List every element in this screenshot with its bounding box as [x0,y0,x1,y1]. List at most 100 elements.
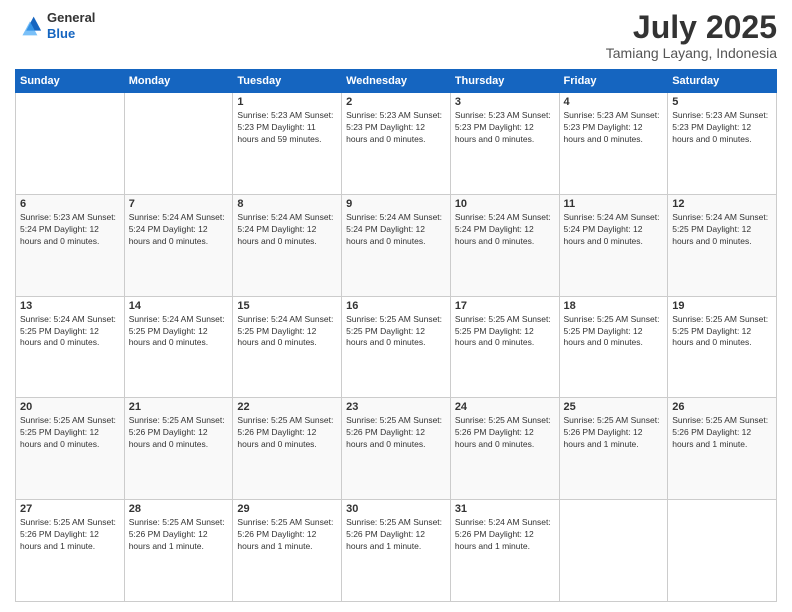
day-info: Sunrise: 5:25 AM Sunset: 5:26 PM Dayligh… [346,415,446,451]
day-info: Sunrise: 5:25 AM Sunset: 5:26 PM Dayligh… [346,517,446,553]
calendar-cell [124,93,233,195]
calendar-header-row: SundayMondayTuesdayWednesdayThursdayFrid… [16,70,777,93]
calendar-week-row: 20 Sunrise: 5:25 AM Sunset: 5:25 PM Dayli… [16,398,777,500]
calendar-cell: 24 Sunrise: 5:25 AM Sunset: 5:26 PM Dayli… [450,398,559,500]
day-number: 6 [20,198,120,210]
weekday-header-sunday: Sunday [16,70,125,93]
weekday-header-friday: Friday [559,70,668,93]
calendar-cell: 13 Sunrise: 5:24 AM Sunset: 5:25 PM Dayli… [16,296,125,398]
day-number: 17 [455,300,555,312]
calendar-cell: 15 Sunrise: 5:24 AM Sunset: 5:25 PM Dayli… [233,296,342,398]
day-number: 23 [346,401,446,413]
day-number: 10 [455,198,555,210]
day-info: Sunrise: 5:23 AM Sunset: 5:23 PM Dayligh… [564,110,664,146]
day-info: Sunrise: 5:25 AM Sunset: 5:26 PM Dayligh… [237,517,337,553]
day-number: 7 [129,198,229,210]
day-number: 13 [20,300,120,312]
day-number: 16 [346,300,446,312]
calendar-cell: 30 Sunrise: 5:25 AM Sunset: 5:26 PM Dayli… [342,500,451,602]
calendar-week-row: 27Sunrise: 5:25 AM Sunset: 5:26 PM Dayli… [16,500,777,602]
day-number: 19 [672,300,772,312]
calendar-cell: 21 Sunrise: 5:25 AM Sunset: 5:26 PM Dayli… [124,398,233,500]
day-info: Sunrise: 5:24 AM Sunset: 5:25 PM Dayligh… [237,314,337,350]
day-info: Sunrise: 5:25 AM Sunset: 5:26 PM Dayligh… [237,415,337,451]
calendar-cell: 23 Sunrise: 5:25 AM Sunset: 5:26 PM Dayli… [342,398,451,500]
day-info: Sunrise: 5:24 AM Sunset: 5:25 PM Dayligh… [20,314,120,350]
calendar-week-row: 1Sunrise: 5:23 AM Sunset: 5:23 PM Daylig… [16,93,777,195]
calendar-cell: 6Sunrise: 5:23 AM Sunset: 5:24 PM Daylig… [16,194,125,296]
calendar-cell: 20 Sunrise: 5:25 AM Sunset: 5:25 PM Dayli… [16,398,125,500]
logo: General Blue [15,10,95,41]
day-number: 20 [20,401,120,413]
weekday-header-tuesday: Tuesday [233,70,342,93]
day-number: 4 [564,96,664,108]
calendar-cell: 7Sunrise: 5:24 AM Sunset: 5:24 PM Daylig… [124,194,233,296]
day-info: Sunrise: 5:25 AM Sunset: 5:25 PM Dayligh… [672,314,772,350]
day-number: 8 [237,198,337,210]
day-info: Sunrise: 5:24 AM Sunset: 5:25 PM Dayligh… [129,314,229,350]
calendar-cell: 12 Sunrise: 5:24 AM Sunset: 5:25 PM Dayli… [668,194,777,296]
weekday-header-saturday: Saturday [668,70,777,93]
calendar-cell: 16Sunrise: 5:25 AM Sunset: 5:25 PM Dayli… [342,296,451,398]
logo-line1: General [47,10,95,26]
calendar-cell [559,500,668,602]
day-number: 12 [672,198,772,210]
calendar-cell: 11Sunrise: 5:24 AM Sunset: 5:24 PM Dayli… [559,194,668,296]
calendar-cell: 19 Sunrise: 5:25 AM Sunset: 5:25 PM Dayli… [668,296,777,398]
day-info: Sunrise: 5:25 AM Sunset: 5:26 PM Dayligh… [564,415,664,451]
day-number: 21 [129,401,229,413]
day-info: Sunrise: 5:25 AM Sunset: 5:26 PM Dayligh… [129,415,229,451]
day-info: Sunrise: 5:25 AM Sunset: 5:26 PM Dayligh… [455,415,555,451]
day-number: 24 [455,401,555,413]
weekday-header-monday: Monday [124,70,233,93]
calendar-cell: 2 Sunrise: 5:23 AM Sunset: 5:23 PM Daylig… [342,93,451,195]
calendar-cell: 1Sunrise: 5:23 AM Sunset: 5:23 PM Daylig… [233,93,342,195]
day-info: Sunrise: 5:24 AM Sunset: 5:24 PM Dayligh… [237,212,337,248]
title-block: July 2025 Tamiang Layang, Indonesia [606,10,777,61]
day-number: 3 [455,96,555,108]
day-info: Sunrise: 5:23 AM Sunset: 5:23 PM Dayligh… [346,110,446,146]
day-number: 9 [346,198,446,210]
calendar-cell [16,93,125,195]
day-number: 22 [237,401,337,413]
calendar-cell: 18 Sunrise: 5:25 AM Sunset: 5:25 PM Dayli… [559,296,668,398]
calendar-cell: 25 Sunrise: 5:25 AM Sunset: 5:26 PM Dayli… [559,398,668,500]
calendar-cell: 28Sunrise: 5:25 AM Sunset: 5:26 PM Dayli… [124,500,233,602]
day-info: Sunrise: 5:24 AM Sunset: 5:24 PM Dayligh… [455,212,555,248]
calendar-cell: 27Sunrise: 5:25 AM Sunset: 5:26 PM Dayli… [16,500,125,602]
day-info: Sunrise: 5:24 AM Sunset: 5:24 PM Dayligh… [346,212,446,248]
day-number: 25 [564,401,664,413]
day-number: 30 [346,503,446,515]
day-info: Sunrise: 5:25 AM Sunset: 5:26 PM Dayligh… [129,517,229,553]
header: General Blue July 2025 Tamiang Layang, I… [15,10,777,61]
day-info: Sunrise: 5:25 AM Sunset: 5:25 PM Dayligh… [20,415,120,451]
logo-text: General Blue [47,10,95,41]
calendar-cell: 14 Sunrise: 5:24 AM Sunset: 5:25 PM Dayli… [124,296,233,398]
calendar-week-row: 6Sunrise: 5:23 AM Sunset: 5:24 PM Daylig… [16,194,777,296]
day-info: Sunrise: 5:23 AM Sunset: 5:23 PM Dayligh… [455,110,555,146]
day-info: Sunrise: 5:25 AM Sunset: 5:26 PM Dayligh… [672,415,772,451]
day-number: 31 [455,503,555,515]
day-info: Sunrise: 5:25 AM Sunset: 5:26 PM Dayligh… [20,517,120,553]
logo-line2: Blue [47,26,95,42]
day-info: Sunrise: 5:25 AM Sunset: 5:25 PM Dayligh… [564,314,664,350]
weekday-header-wednesday: Wednesday [342,70,451,93]
day-info: Sunrise: 5:24 AM Sunset: 5:25 PM Dayligh… [672,212,772,248]
day-number: 26 [672,401,772,413]
calendar-cell: 17Sunrise: 5:25 AM Sunset: 5:25 PM Dayli… [450,296,559,398]
day-number: 14 [129,300,229,312]
calendar-cell: 10 Sunrise: 5:24 AM Sunset: 5:24 PM Dayli… [450,194,559,296]
day-number: 15 [237,300,337,312]
day-info: Sunrise: 5:23 AM Sunset: 5:23 PM Dayligh… [672,110,772,146]
calendar-cell: 3 Sunrise: 5:23 AM Sunset: 5:23 PM Daylig… [450,93,559,195]
page: General Blue July 2025 Tamiang Layang, I… [0,0,792,612]
day-number: 5 [672,96,772,108]
day-info: Sunrise: 5:24 AM Sunset: 5:26 PM Dayligh… [455,517,555,553]
calendar-cell: 26 Sunrise: 5:25 AM Sunset: 5:26 PM Dayli… [668,398,777,500]
calendar-table: SundayMondayTuesdayWednesdayThursdayFrid… [15,69,777,602]
weekday-header-thursday: Thursday [450,70,559,93]
day-number: 2 [346,96,446,108]
calendar-week-row: 13 Sunrise: 5:24 AM Sunset: 5:25 PM Dayli… [16,296,777,398]
calendar-cell: 29Sunrise: 5:25 AM Sunset: 5:26 PM Dayli… [233,500,342,602]
day-number: 18 [564,300,664,312]
